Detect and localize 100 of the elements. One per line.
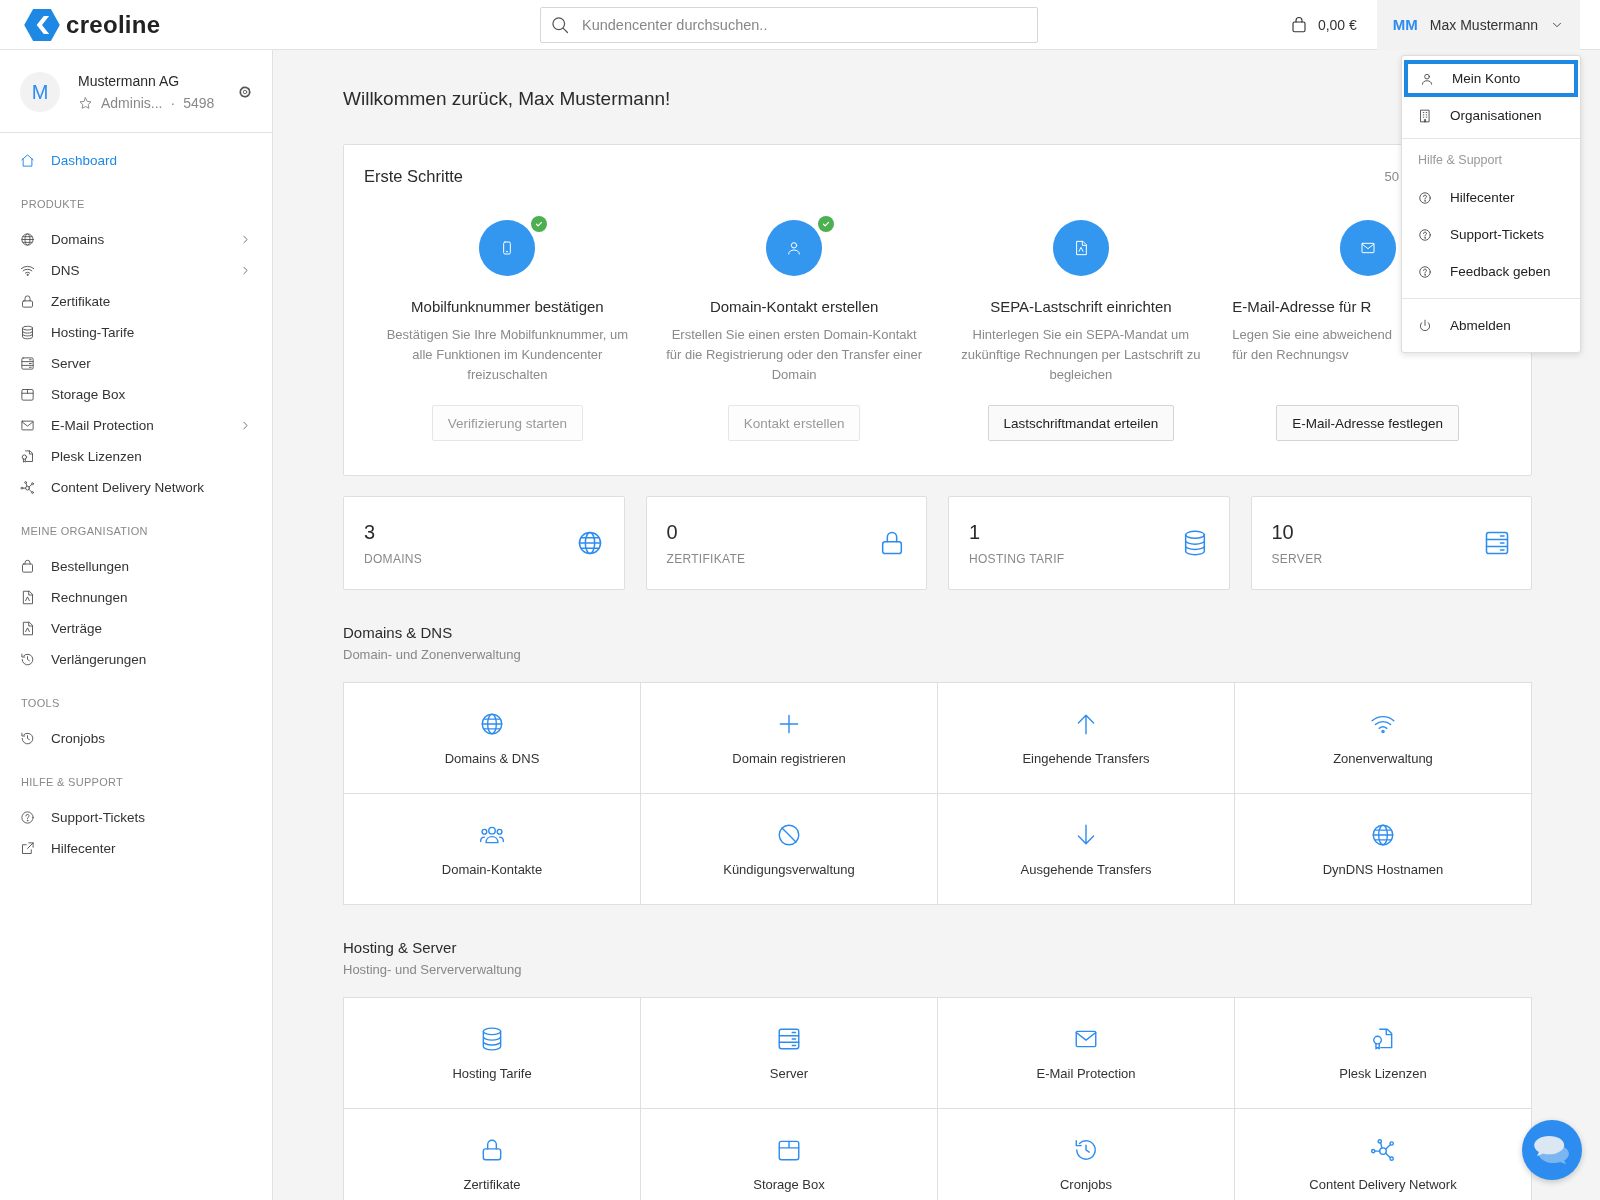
shortcut-tile[interactable]: Zonenverwaltung <box>1235 683 1531 793</box>
stat-card[interactable]: 0 ZERTIFIKATE <box>645 496 927 590</box>
history-icon <box>20 652 35 667</box>
section-subtitle: Domain- und Zonenverwaltung <box>343 647 522 662</box>
nav-section-heading: TOOLS <box>20 696 61 711</box>
user-icon <box>786 240 803 256</box>
nav-item[interactable]: Bestellungen <box>0 551 272 582</box>
nav-item[interactable]: Domains <box>0 224 272 255</box>
section-subtitle: Hosting- und Serververwaltung <box>343 962 523 977</box>
nav-item[interactable]: Cronjobs <box>0 723 272 754</box>
shortcut-tile[interactable]: Storage Box <box>641 1109 937 1200</box>
shortcut-tile[interactable]: Eingehende Transfers <box>938 683 1234 793</box>
user-menu-button[interactable]: MM Max Mustermann <box>1376 0 1580 50</box>
nav-section-heading: PRODUKTE <box>20 197 86 212</box>
nav-item[interactable]: Hosting-Tarife <box>0 317 272 348</box>
menu-item[interactable]: Mein Konto <box>1404 60 1578 97</box>
envelope-icon <box>1359 240 1376 256</box>
nav-item[interactable]: Rechnungen <box>0 582 272 613</box>
server-icon <box>1483 529 1511 557</box>
settings-button[interactable] <box>238 85 252 99</box>
step-description: Erstellen Sie einen ersten Domain-Kontakt <box>671 326 917 344</box>
chat-button[interactable] <box>1522 1120 1582 1180</box>
separator-dot: · <box>170 95 176 111</box>
history-icon <box>20 731 35 746</box>
shortcut-tile[interactable]: Ausgehende Transfers <box>938 794 1234 904</box>
shortcut-tile[interactable]: Domain registrieren <box>641 683 937 793</box>
progress-text: 50 <box>1384 169 1399 184</box>
building-icon <box>1418 108 1432 123</box>
nav-item[interactable]: Content Delivery Network <box>0 472 272 503</box>
menu-heading: Hilfe & Support <box>1417 152 1504 169</box>
stat-value: 1 <box>969 520 982 544</box>
search-icon <box>550 14 570 35</box>
nav-item[interactable]: Zertifikate <box>0 286 272 317</box>
nav-item[interactable]: Verträge <box>0 613 272 644</box>
document-icon <box>20 590 35 605</box>
stat-value: 3 <box>364 520 377 544</box>
question-icon <box>1418 190 1432 205</box>
step-title: E-Mail-Adresse für R <box>1232 298 1372 315</box>
search-field[interactable]: Kundencenter durchsuchen.. <box>540 6 1038 43</box>
step-description: für den Rechnungsv <box>1232 346 1349 364</box>
shopping-bag-icon <box>1289 15 1308 34</box>
shortcut-tile[interactable]: Zertifikate <box>344 1109 640 1200</box>
shortcut-tile[interactable]: Plesk Lizenzen <box>1235 998 1531 1108</box>
nav-item[interactable]: Dashboard <box>0 145 272 176</box>
shortcut-tile[interactable]: Domains & DNS <box>344 683 640 793</box>
stat-value: 10 <box>1271 520 1295 544</box>
globe-icon <box>20 232 35 247</box>
shortcut-tile[interactable]: Server <box>641 998 937 1108</box>
chat-icon <box>1533 1135 1571 1165</box>
brand-name[interactable]: creoline <box>66 10 161 39</box>
cart-button[interactable]: 0,00 € <box>1283 14 1363 35</box>
database-icon <box>20 325 35 340</box>
menu-item[interactable]: Feedback geben <box>1402 253 1580 290</box>
box-icon <box>20 387 35 402</box>
step-description: Bestätigen Sie Ihre Mobilfunknummer, um <box>386 326 629 344</box>
shortcut-tile[interactable]: Cronjobs <box>938 1109 1234 1200</box>
nav-item[interactable]: Plesk Lizenzen <box>0 441 272 472</box>
organization-name: Mustermann AG <box>78 73 181 89</box>
certificate-icon <box>20 449 35 464</box>
wifi-icon <box>20 263 35 278</box>
question-icon <box>20 810 35 825</box>
menu-item[interactable]: Hilfecenter <box>1402 179 1580 216</box>
shortcut-tile[interactable]: Hosting Tarife <box>344 998 640 1108</box>
shortcut-tile[interactable]: Content Delivery Network <box>1235 1109 1531 1200</box>
nav-item[interactable]: E-Mail Protection <box>0 410 272 441</box>
step-title: SEPA-Lastschrift einrichten <box>990 298 1172 315</box>
section-title: Hosting & Server <box>343 939 458 956</box>
nav-item[interactable]: Verlängerungen <box>0 644 272 675</box>
envelope-icon <box>20 418 35 433</box>
stat-card[interactable]: 3 DOMAINS <box>343 496 625 590</box>
shortcut-tile[interactable]: DynDNS Hostnamen <box>1235 794 1531 904</box>
nav-item[interactable]: Support-Tickets <box>0 802 272 833</box>
step-button[interactable]: Lastschriftmandat erteilen <box>987 405 1175 441</box>
server-icon <box>20 356 35 371</box>
logo-icon <box>24 8 60 41</box>
menu-item[interactable]: Support-Tickets <box>1402 216 1580 253</box>
step-title: Mobilfunknummer bestätigen <box>411 298 604 315</box>
shortcut-tile[interactable]: Domain-Kontakte <box>344 794 640 904</box>
stat-label: DOMAINS <box>364 551 423 566</box>
stat-card[interactable]: 10 SERVER <box>1250 496 1532 590</box>
nav-section-heading: MEINE ORGANISATION <box>20 524 149 539</box>
nav-item[interactable]: DNS <box>0 255 272 286</box>
menu-item[interactable]: Organisationen <box>1402 97 1580 134</box>
shortcut-tile[interactable]: E-Mail Protection <box>938 998 1234 1108</box>
nav-item[interactable]: Hilfecenter <box>0 833 272 864</box>
menu-item[interactable]: Abmelden <box>1402 307 1580 344</box>
shortcut-tile[interactable]: Kündigungsverwaltung <box>641 794 937 904</box>
stat-card[interactable]: 1 HOSTING TARIF <box>948 496 1230 590</box>
nav-item[interactable]: Storage Box <box>0 379 272 410</box>
house-icon <box>20 153 35 168</box>
question-icon <box>1418 264 1432 279</box>
external-link-icon <box>20 841 35 856</box>
network-icon <box>20 480 35 495</box>
stat-label: ZERTIFIKATE <box>666 551 746 566</box>
step-description: Legen Sie eine abweichend <box>1232 326 1392 344</box>
stat-value: 0 <box>666 520 679 544</box>
step-button[interactable]: E-Mail-Adresse festlegen <box>1276 405 1460 441</box>
step-description: alle Funktionen im Kundencenter <box>412 346 603 364</box>
nav-item[interactable]: Server <box>0 348 272 379</box>
document-icon <box>20 621 35 636</box>
